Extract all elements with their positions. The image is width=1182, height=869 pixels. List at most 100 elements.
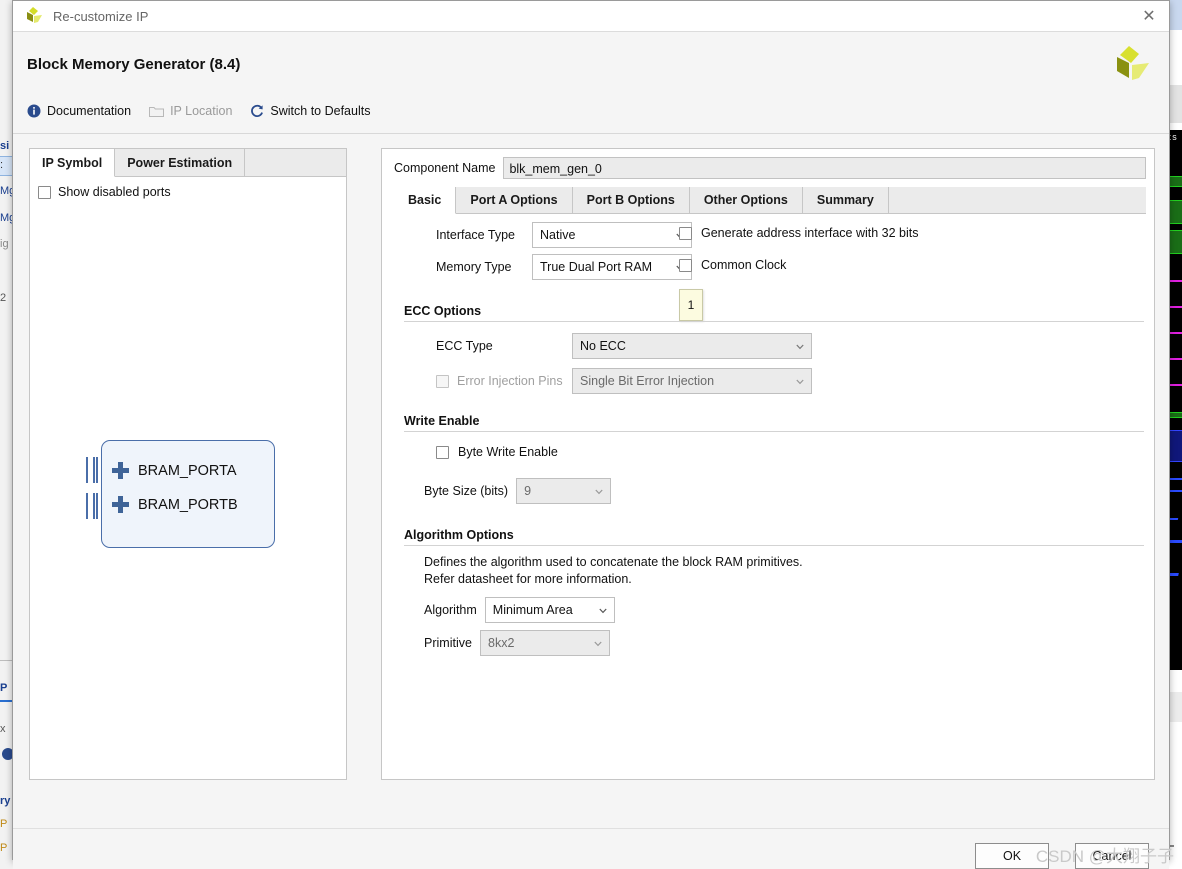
tab-basic[interactable]: Basic [394,187,457,214]
tab-power-estimation[interactable]: Power Estimation [115,149,246,176]
generate-address-interface-row: Generate address interface with 32 bits [679,226,918,240]
chevron-down-icon [594,641,602,647]
bram-portb-bus-icon [86,493,98,519]
byte-size-label: Byte Size (bits) [424,484,509,498]
header-toolbar: Documentation IP Location Switch to Defa… [27,104,370,118]
show-disabled-ports-label: Show disabled ports [58,185,171,199]
byte-write-enable-label: Byte Write Enable [458,445,558,459]
error-injection-pins-row: Error Injection Pins Single Bit Error In… [436,368,812,394]
chevron-down-icon [796,379,804,385]
primitive-select: 8kx2 [480,630,610,656]
bg-fragment: ry [0,795,11,807]
primitive-row: Primitive 8kx2 [424,630,610,656]
error-injection-pins-checkbox [436,374,449,388]
component-name-row: Component Name blk_mem_gen_0 [394,157,1146,179]
algorithm-row: Algorithm Minimum Area [424,597,615,623]
interface-type-label: Interface Type [436,228,515,242]
tab-port-a-options-label: Port A Options [470,193,558,207]
memory-type-row: Memory Type True Dual Port RAM [436,254,692,280]
bg-fragment: ig [0,238,9,250]
ip-location-button[interactable]: IP Location [149,104,232,118]
bram-symbol: BRAM_PORTA BRAM_PORTB [86,440,275,548]
dialog-body: IP Symbol Power Estimation Show disabled… [13,134,1169,828]
tab-port-a-options[interactable]: Port A Options [456,187,573,213]
page-title: Block Memory Generator (8.4) [27,56,241,73]
algorithm-select[interactable]: Minimum Area [484,597,615,623]
bg-fragment: P [0,682,8,694]
tab-port-b-options[interactable]: Port B Options [573,187,690,213]
show-disabled-ports-checkbox[interactable] [38,185,51,199]
byte-size-row: Byte Size (bits) 9 [424,478,612,504]
error-injection-pins-label: Error Injection Pins [457,374,563,388]
csdn-watermark: CSDN @大翔子子 [1035,847,1174,866]
tab-other-options-label: Other Options [703,193,788,207]
show-disabled-ports-row: Show disabled ports [38,185,171,199]
left-tabstrip: IP Symbol Power Estimation [30,149,346,177]
algorithm-label: Algorithm [424,603,477,617]
component-name-input[interactable]: blk_mem_gen_0 [503,157,1146,179]
bg-fragment: x [0,723,6,735]
dialog-header: Block Memory Generator (8.4) Documentati… [13,32,1169,134]
ecc-type-select[interactable]: No ECC [572,333,812,359]
memory-type-value: True Dual Port RAM [540,260,653,274]
algorithm-options-section: Algorithm Options [404,528,1144,546]
refresh-icon [250,104,264,118]
ip-location-label: IP Location [170,104,233,118]
section-divider [404,545,1144,546]
chevron-down-icon [595,489,603,495]
algorithm-value: Minimum Area [492,603,573,617]
tab-power-estimation-label: Power Estimation [127,155,233,170]
dialog-title: Re-customize IP [53,8,149,24]
expand-plus-icon[interactable] [112,496,129,513]
bg-fragment: P [0,842,8,854]
info-icon [27,104,41,118]
ecc-type-row: ECC Type No ECC [436,333,812,359]
dialog-footer: OK Cancel [13,828,1169,869]
tab-basic-label: Basic [408,193,442,207]
bg-fragment: 2 [0,292,7,304]
bram-porta-row[interactable]: BRAM_PORTA [112,462,237,479]
expand-plus-icon[interactable] [112,462,129,479]
common-clock-checkbox[interactable] [679,258,692,272]
common-clock-row: Common Clock [679,258,786,272]
folder-icon [149,105,165,118]
tab-other-options[interactable]: Other Options [690,187,803,213]
memory-type-select[interactable]: True Dual Port RAM [532,254,692,280]
generate-address-interface-checkbox[interactable] [679,226,692,240]
screen-root: si : Mg Mg ig 2 P x ry P P nts L [0,0,1182,869]
byte-size-value: 9 [524,484,532,498]
write-enable-title: Write Enable [404,414,480,428]
ecc-type-value: No ECC [580,339,626,353]
switch-to-defaults-button[interactable]: Switch to Defaults [250,104,370,118]
error-injection-pins-checkbox-group: Error Injection Pins [436,374,572,388]
tab-port-b-options-label: Port B Options [586,193,675,207]
generate-address-interface-label: Generate address interface with 32 bits [701,226,919,240]
interface-type-select[interactable]: Native [532,222,692,248]
recustomize-ip-dialog: Re-customize IP ✕ Block Memory Generator… [12,0,1170,869]
switch-to-defaults-label: Switch to Defaults [270,104,371,118]
bram-porta-label: BRAM_PORTA [138,462,237,479]
ecc-options-section: ECC Options [404,304,1144,322]
ip-symbol-panel: IP Symbol Power Estimation Show disabled… [29,148,347,780]
dialog-titlebar: Re-customize IP ✕ [13,1,1169,32]
config-tabstrip-filler [889,187,1146,213]
section-divider [404,321,1144,322]
basic-tab-form: Interface Type Native Generate address i… [394,214,1146,779]
interface-type-value: Native [540,228,576,242]
algorithm-description: Defines the algorithm used to concatenat… [424,554,803,588]
byte-write-enable-row: Byte Write Enable [436,445,558,459]
xilinx-logo-icon [23,7,45,25]
documentation-button[interactable]: Documentation [27,104,131,118]
tab-ip-symbol[interactable]: IP Symbol [30,149,116,177]
byte-write-enable-checkbox[interactable] [436,445,449,459]
chevron-down-icon [796,344,804,350]
error-injection-type-select: Single Bit Error Injection [572,368,812,394]
close-icon[interactable]: ✕ [1137,6,1161,26]
ip-config-panel: Component Name blk_mem_gen_0 Basic Port … [381,148,1155,780]
xilinx-brand-logo-icon [1107,44,1151,84]
algorithm-options-title: Algorithm Options [404,528,514,542]
bram-portb-row[interactable]: BRAM_PORTB [112,496,238,513]
tab-summary[interactable]: Summary [803,187,889,213]
bg-fragment: si [0,140,10,152]
bg-fragment: : [0,159,4,171]
